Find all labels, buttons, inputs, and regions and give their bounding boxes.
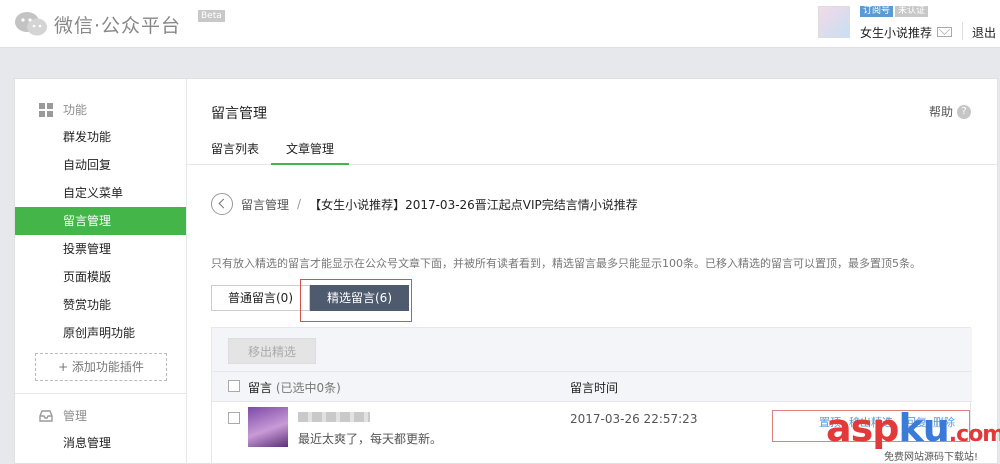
sidebar-item-message-manage[interactable]: 消息管理 [15,429,186,457]
sidebar: 功能 群发功能 自动回复 自定义菜单 留言管理 投票管理 页面模版 赞赏功能 原… [15,79,187,464]
sidebar-item-mass-send[interactable]: 群发功能 [15,123,186,151]
add-plugin-button[interactable]: + 添加功能插件 [35,353,167,381]
header-comment-label: 留言 [248,381,273,395]
top-bar: 微信·公众平台 Beta 订阅号 未认证 女生小说推荐 退出 [0,0,1000,48]
help-label: 帮助 [928,105,953,119]
header-comment: 留言 (已选中0条) [248,379,341,396]
page-title: 留言管理 [211,106,267,122]
sidebar-item-reward[interactable]: 赞赏功能 [15,291,186,319]
tab-comment-list[interactable]: 留言列表 [211,140,259,165]
unverified-badge: 未认证 [895,6,929,17]
sidebar-item-page-template[interactable]: 页面模版 [15,263,186,291]
sidebar-item-auto-reply[interactable]: 自动回复 [15,151,186,179]
featured-tip: 只有放入精选的留言才能显示在公众号文章下面，并被所有读者看到，精选留言最多只能显… [211,257,921,270]
table-header: 留言 (已选中0条) 留言时间 [212,372,972,402]
sidebar-divider [15,393,186,394]
select-all-checkbox[interactable] [228,380,240,392]
site-watermark: aspku.com 免费网站源码下载站! [826,400,1000,463]
tab-article-manage[interactable]: 文章管理 [271,140,350,165]
sidebar-section-label: 管理 [63,409,88,423]
breadcrumb-separator: / [297,197,302,211]
watermark-brand: aspku.com [826,406,1000,450]
commenter-name-blurred [298,412,370,422]
header-selected-count: (已选中0条) [275,381,341,395]
watermark-subtitle: 免费网站源码下载站! [884,452,979,463]
sidebar-item-custom-menu[interactable]: 自定义菜单 [15,179,186,207]
sidebar-item-original-claim[interactable]: 原创声明功能 [15,319,186,347]
account-name[interactable]: 女生小说推荐 [860,24,932,41]
breadcrumb-current: 【女生小说推荐】2017-03-26晋江起点VIP完结言情小说推荐 [309,197,638,212]
inbox-icon [39,409,53,422]
sidebar-section-function: 功能 [39,101,87,118]
highlight-box [300,279,412,322]
breadcrumb: 留言管理 / 【女生小说推荐】2017-03-26晋江起点VIP完结言情小说推荐 [211,193,638,215]
breadcrumb-root[interactable]: 留言管理 [241,196,289,213]
sidebar-item-comment-manage[interactable]: 留言管理 [15,207,186,235]
table-toolbar: 移出精选 [212,328,972,372]
comment-time: 2017-03-26 22:57:23 [570,412,698,426]
logout-link[interactable]: 退出 [972,24,996,41]
back-arrow-icon[interactable] [211,193,233,215]
move-out-featured-button[interactable]: 移出精选 [228,338,316,364]
logo-text: 微信·公众平台 [54,14,182,37]
sidebar-section-label: 功能 [63,103,88,117]
wechat-logo[interactable]: 微信·公众平台 [14,10,181,38]
tab-bar: 留言列表 文章管理 [187,135,999,165]
mail-icon[interactable] [937,27,952,37]
normal-comments-button[interactable]: 普通留言(0) [211,285,310,311]
sidebar-section-manage: 管理 [39,407,87,424]
beta-badge: Beta [198,10,225,22]
account-tags: 订阅号 未认证 [860,6,929,17]
account-avatar[interactable] [818,6,850,38]
header-divider [962,22,963,40]
watermark-brand-b: ku [898,406,949,450]
sidebar-item-vote-manage[interactable]: 投票管理 [15,235,186,263]
help-icon: ? [957,104,971,119]
commenter-avatar [248,407,288,447]
header-time: 留言时间 [570,381,619,395]
wechat-icon [15,12,47,36]
help-link[interactable]: 帮助 ? [929,103,971,120]
grid-icon [39,102,53,117]
watermark-brand-a: asp [826,406,899,450]
row-checkbox[interactable] [228,412,240,424]
subscription-badge: 订阅号 [860,6,894,17]
comment-text: 最近太爽了，每天都更新。 [298,432,443,446]
watermark-brand-c: .com [948,422,1000,447]
